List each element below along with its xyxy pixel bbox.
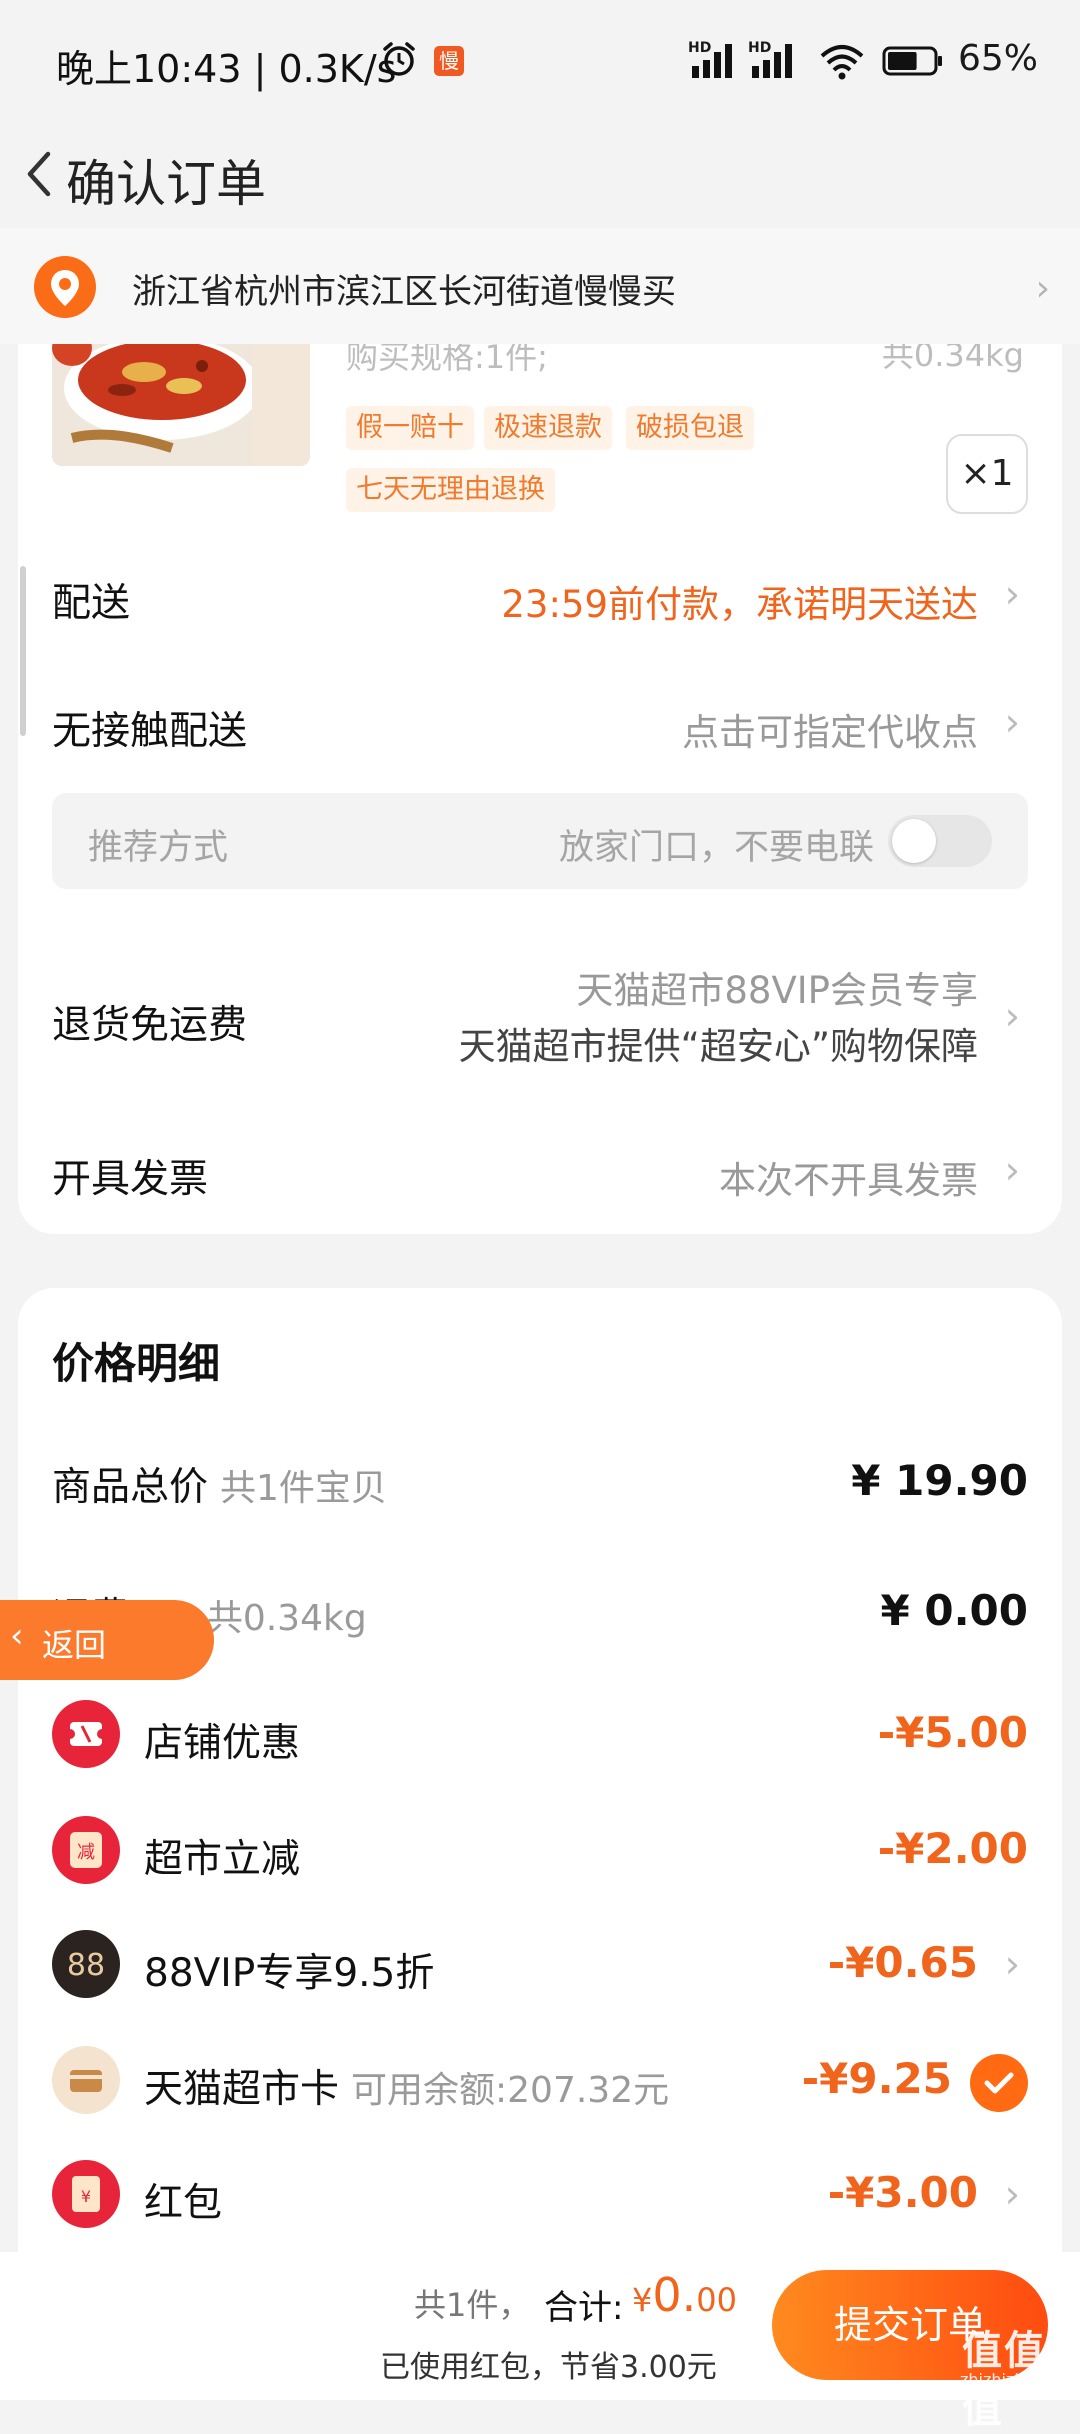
toggle-knob (892, 819, 936, 863)
red-packet-row[interactable]: ¥ 红包 -¥3.00 › (52, 2160, 1028, 2240)
app-notification-icon: 慢 (434, 46, 464, 76)
total-value: 0. (652, 2268, 697, 2322)
chevron-right-icon: › (1004, 1148, 1020, 1192)
tmall-card-row[interactable]: 天猫超市卡 可用余额:207.32元 -¥9.25 (52, 2046, 1028, 2126)
discount-amount: -¥9.25 (801, 2054, 952, 2103)
svg-text:¥: ¥ (81, 2187, 91, 2206)
page-title: 确认订单 (66, 155, 266, 213)
contactless-label: 无接触配送 (52, 709, 248, 754)
svg-text:88: 88 (67, 1948, 105, 1983)
goods-total-amount: ¥ 19.90 (851, 1456, 1028, 1505)
service-tag: 七天无理由退换 (346, 468, 555, 512)
recommend-method: 推荐方式 放家门口，不要电联 (52, 793, 1028, 889)
chevron-right-icon: › (1004, 1942, 1020, 1986)
recommend-value: 放家门口，不要电联 (558, 828, 874, 868)
ticket-icon (52, 1700, 120, 1768)
bottom-checkout-bar: 共1件， 合计: ¥0.00 已使用红包，节省3.00元 提交订单 (0, 2252, 1080, 2400)
floating-back-button[interactable]: ‹ 返回 (0, 1600, 214, 1680)
service-tag: 破损包退 (626, 406, 754, 450)
price-detail-card (18, 1288, 1062, 2288)
page-header: 确认订单 (0, 120, 1080, 232)
return-value-guarantee: 天猫超市提供“超安心”购物保障 (458, 1025, 978, 1068)
total-decimals: 00 (696, 2281, 737, 2319)
back-arrow-icon[interactable] (12, 134, 68, 214)
vip-discount-row[interactable]: 88 88VIP专享9.5折 -¥0.65 › (52, 1930, 1028, 2010)
delivery-value: 23:59前付款，承诺明天送达 (501, 583, 978, 626)
red-packet-icon: ¥ (52, 2160, 120, 2228)
invoice-value: 本次不开具发票 (719, 1159, 978, 1202)
jian-icon: 减 (52, 1816, 120, 1884)
quantity-button[interactable]: ×1 (946, 434, 1028, 514)
discount-label: 超市立减 (144, 1837, 301, 1882)
saved-note: 已使用红包，节省3.00元 (380, 2350, 717, 2385)
checkmark-icon[interactable] (970, 2054, 1028, 2112)
chevron-left-icon: ‹ (10, 1616, 24, 1656)
88vip-icon: 88 (52, 1930, 120, 1998)
service-tag: 极速退款 (484, 406, 612, 450)
discount-label: 88VIP专享9.5折 (144, 1951, 435, 1996)
goods-total-label: 商品总价 (52, 1465, 209, 1510)
goods-total-row: 商品总价 共1件宝贝 ¥ 19.90 (52, 1456, 1028, 1536)
return-value-vip: 天猫超市88VIP会员专享 (576, 969, 978, 1012)
return-shipping-row[interactable]: 退货免运费 天猫超市88VIP会员专享 天猫超市提供“超安心”购物保障 › (52, 960, 1028, 1070)
status-bar: 晚上10:43 | 0.3K/s 慢 HD HD 65% (0, 0, 1080, 120)
invoice-row[interactable]: 开具发票 本次不开具发票 › (52, 1148, 1028, 1208)
floating-back-label: 返回 (42, 1626, 107, 1664)
delivery-label: 配送 (52, 581, 131, 626)
discount-amount: -¥3.00 (827, 2168, 978, 2217)
contactless-row[interactable]: 无接触配送 点击可指定代收点 › (52, 700, 1028, 760)
shop-discount-row: 店铺优惠 -¥5.00 (52, 1700, 1028, 1780)
chevron-right-icon: › (1035, 268, 1050, 309)
contactless-value: 点击可指定代收点 (682, 711, 978, 754)
alarm-icon (383, 42, 415, 76)
watermark-url: zhizhizhi.com (960, 2370, 1069, 2389)
chevron-right-icon: › (1004, 572, 1020, 616)
address-text: 浙江省杭州市滨江区长河街道慢慢买 (132, 272, 676, 312)
chevron-right-icon: › (1004, 994, 1020, 1038)
discount-amount: -¥2.00 (877, 1824, 1028, 1873)
signal-icon (692, 44, 732, 78)
chevron-right-icon: › (1004, 700, 1020, 744)
discount-label: 红包 (144, 2181, 223, 2226)
total-currency: ¥ (632, 2281, 653, 2319)
market-discount-row: 减 超市立减 -¥2.00 (52, 1816, 1028, 1896)
delivery-row[interactable]: 配送 23:59前付款，承诺明天送达 › (52, 572, 1028, 632)
price-detail-title: 价格明细 (52, 1339, 221, 1388)
discount-amount: -¥5.00 (877, 1708, 1028, 1757)
battery-icon (882, 46, 942, 76)
service-tag: 假一赔十 (346, 406, 474, 450)
shipping-amount: ¥ 0.00 (880, 1586, 1028, 1635)
discount-amount: -¥0.65 (827, 1938, 978, 1987)
status-time: 晚上10:43 | 0.3K/s (56, 47, 397, 91)
invoice-label: 开具发票 (52, 1157, 209, 1202)
card-icon (52, 2046, 120, 2114)
card-balance: 可用余额:207.32元 (351, 2070, 670, 2111)
scroll-indicator (20, 566, 26, 736)
recommend-label: 推荐方式 (88, 828, 229, 868)
address-bar[interactable]: 浙江省杭州市滨江区长河街道慢慢买 › (0, 228, 1080, 344)
item-count: 共1件， (414, 2286, 531, 2324)
shipping-weight: 共0.34kg (206, 1598, 367, 1639)
battery-percent: 65% (958, 38, 1039, 79)
location-pin-icon (34, 256, 96, 318)
goods-count: 共1件宝贝 (220, 1468, 387, 1509)
product-image[interactable] (52, 328, 310, 466)
wifi-icon (820, 45, 864, 80)
svg-text:减: 减 (77, 1842, 95, 1863)
total-amount: ¥0.00 (632, 2268, 737, 2322)
discount-label: 天猫超市卡 (144, 2067, 340, 2112)
signal-icon (752, 44, 792, 78)
recommend-toggle[interactable] (888, 815, 992, 867)
return-label: 退货免运费 (52, 1003, 248, 1048)
chevron-right-icon: › (1004, 2172, 1020, 2216)
total-label: 合计: (544, 2288, 624, 2328)
discount-label: 店铺优惠 (144, 1721, 301, 1766)
